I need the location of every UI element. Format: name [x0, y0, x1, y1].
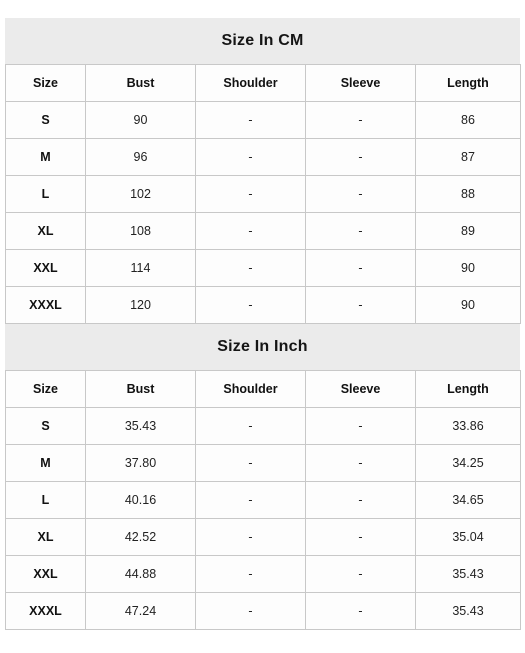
cell-shoulder: - — [195, 481, 306, 519]
cell-length: 88 — [415, 175, 521, 213]
cell-bust: 120 — [85, 286, 196, 324]
cell-size: XXL — [5, 555, 86, 593]
cell-size: L — [5, 175, 86, 213]
cell-sleeve: - — [305, 407, 416, 445]
cell-length: 35.43 — [415, 555, 521, 593]
cell-shoulder: - — [195, 101, 306, 139]
table-row: S 35.43 - - 33.86 — [5, 407, 521, 445]
column-header-sleeve: Sleeve — [305, 64, 416, 102]
cell-shoulder: - — [195, 592, 306, 630]
table-row: XXL 114 - - 90 — [5, 249, 521, 287]
table-row: L 40.16 - - 34.65 — [5, 481, 521, 519]
cell-shoulder: - — [195, 138, 306, 176]
cell-shoulder: - — [195, 555, 306, 593]
cell-shoulder: - — [195, 212, 306, 250]
cell-sleeve: - — [305, 175, 416, 213]
cell-length: 34.65 — [415, 481, 521, 519]
cell-length: 35.04 — [415, 518, 521, 556]
cell-size: XXXL — [5, 286, 86, 324]
column-header-bust: Bust — [85, 64, 196, 102]
cell-shoulder: - — [195, 249, 306, 287]
column-header-size: Size — [5, 64, 86, 102]
cell-size: M — [5, 444, 86, 482]
cell-length: 90 — [415, 286, 521, 324]
cell-bust: 47.24 — [85, 592, 196, 630]
table-row: L 102 - - 88 — [5, 175, 521, 213]
cell-size: S — [5, 101, 86, 139]
cell-size: L — [5, 481, 86, 519]
cell-length: 87 — [415, 138, 521, 176]
size-chart-page: Size In CM Size Bust Shoulder Sleeve Len… — [0, 0, 525, 630]
cell-shoulder: - — [195, 518, 306, 556]
column-header-bust: Bust — [85, 370, 196, 408]
cell-shoulder: - — [195, 175, 306, 213]
size-table-cm: Size Bust Shoulder Sleeve Length S 90 - … — [5, 64, 521, 324]
size-table-inch: Size Bust Shoulder Sleeve Length S 35.43… — [5, 370, 521, 630]
cell-bust: 102 — [85, 175, 196, 213]
cell-size: XL — [5, 212, 86, 250]
cell-bust: 37.80 — [85, 444, 196, 482]
cell-length: 86 — [415, 101, 521, 139]
cell-bust: 90 — [85, 101, 196, 139]
cell-length: 33.86 — [415, 407, 521, 445]
column-header-size: Size — [5, 370, 86, 408]
cell-size: M — [5, 138, 86, 176]
table-row: M 96 - - 87 — [5, 138, 521, 176]
table-row: XL 42.52 - - 35.04 — [5, 518, 521, 556]
section-title-cm: Size In CM — [5, 18, 520, 64]
cell-size: XXL — [5, 249, 86, 287]
table-row: S 90 - - 86 — [5, 101, 521, 139]
table-row: XXXL 47.24 - - 35.43 — [5, 592, 521, 630]
cell-bust: 114 — [85, 249, 196, 287]
column-header-length: Length — [415, 370, 521, 408]
table-row: XL 108 - - 89 — [5, 212, 521, 250]
column-header-length: Length — [415, 64, 521, 102]
table-row: XXXL 120 - - 90 — [5, 286, 521, 324]
section-title-inch: Size In Inch — [5, 324, 520, 370]
cell-bust: 108 — [85, 212, 196, 250]
table-header-row: Size Bust Shoulder Sleeve Length — [5, 370, 521, 408]
table-row: M 37.80 - - 34.25 — [5, 444, 521, 482]
cell-sleeve: - — [305, 444, 416, 482]
cell-sleeve: - — [305, 518, 416, 556]
cell-sleeve: - — [305, 212, 416, 250]
cell-size: XL — [5, 518, 86, 556]
cell-size: S — [5, 407, 86, 445]
cell-bust: 40.16 — [85, 481, 196, 519]
cell-length: 35.43 — [415, 592, 521, 630]
column-header-sleeve: Sleeve — [305, 370, 416, 408]
table-header-row: Size Bust Shoulder Sleeve Length — [5, 64, 521, 102]
cell-sleeve: - — [305, 592, 416, 630]
cell-bust: 35.43 — [85, 407, 196, 445]
column-header-shoulder: Shoulder — [195, 64, 306, 102]
cell-bust: 96 — [85, 138, 196, 176]
cell-length: 90 — [415, 249, 521, 287]
cell-size: XXXL — [5, 592, 86, 630]
cell-sleeve: - — [305, 138, 416, 176]
cell-sleeve: - — [305, 249, 416, 287]
cell-sleeve: - — [305, 286, 416, 324]
cell-shoulder: - — [195, 444, 306, 482]
table-row: XXL 44.88 - - 35.43 — [5, 555, 521, 593]
cell-shoulder: - — [195, 286, 306, 324]
cell-sleeve: - — [305, 101, 416, 139]
cell-shoulder: - — [195, 407, 306, 445]
cell-bust: 42.52 — [85, 518, 196, 556]
cell-sleeve: - — [305, 481, 416, 519]
column-header-shoulder: Shoulder — [195, 370, 306, 408]
cell-sleeve: - — [305, 555, 416, 593]
cell-length: 89 — [415, 212, 521, 250]
cell-length: 34.25 — [415, 444, 521, 482]
cell-bust: 44.88 — [85, 555, 196, 593]
